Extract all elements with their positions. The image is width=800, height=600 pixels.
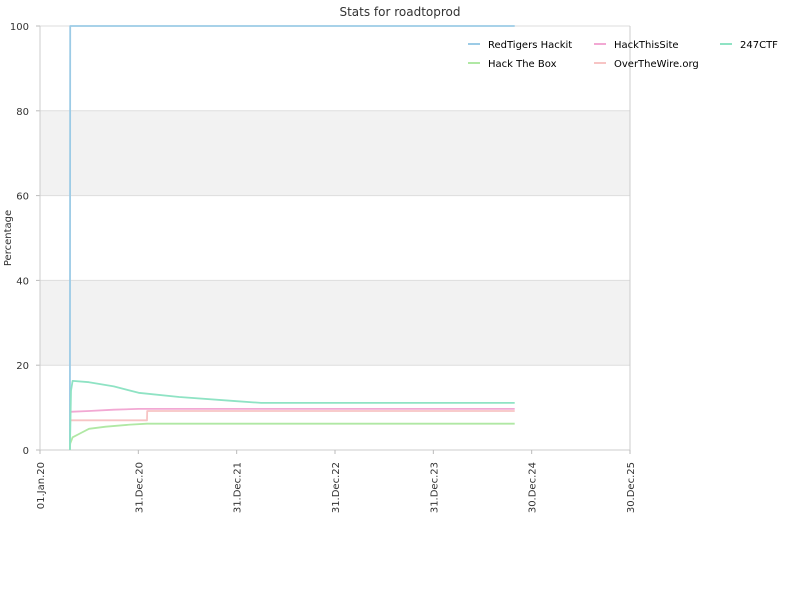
legend-label: OverTheWire.org xyxy=(614,59,699,70)
chart: 0 20 40 60 80 100 01.Jan.20 31.Dec.20 31.Dec.21… xyxy=(3,5,778,513)
legend-item: OverTheWire.org xyxy=(594,59,699,70)
background-band xyxy=(40,280,630,366)
plot-background-bands xyxy=(40,110,630,366)
x-tick-label: 30.Dec.24 xyxy=(528,462,539,513)
series-line-overthewire-org xyxy=(69,410,515,422)
x-tick-labels: 01.Jan.20 31.Dec.20 31.Dec.21 31.Dec.22 31.D… xyxy=(36,450,637,513)
y-tick-label: 0 xyxy=(23,446,29,457)
plot-axes xyxy=(39,26,631,451)
y-tick-label: 20 xyxy=(16,361,29,372)
legend-label: Hack The Box xyxy=(488,59,557,70)
plot-gridlines xyxy=(36,25,630,451)
series-line-hack-the-box xyxy=(69,422,515,451)
y-tick-label: 100 xyxy=(10,22,29,33)
x-tick-label: 30.Dec.25 xyxy=(626,462,637,513)
chart-title: Stats for roadtoprod xyxy=(339,5,460,19)
x-tick-label: 31.Dec.22 xyxy=(331,462,342,513)
legend: RedTigers Hackit Hack The Box HackThisSite… xyxy=(468,40,778,70)
x-tick-label: 01.Jan.20 xyxy=(36,462,47,509)
y-tick-label: 60 xyxy=(16,192,29,203)
legend-item: RedTigers Hackit xyxy=(468,40,572,51)
legend-label: RedTigers Hackit xyxy=(488,40,572,51)
background-band xyxy=(40,110,630,196)
y-tick-label: 40 xyxy=(16,276,29,287)
series-line-247ctf xyxy=(69,379,515,451)
legend-label: 247CTF xyxy=(740,40,778,51)
y-axis-title: Percentage xyxy=(3,210,14,266)
series-line-redtigers-hackit xyxy=(69,25,515,451)
legend-item: HackThisSite xyxy=(594,40,679,51)
series-layer xyxy=(69,25,515,451)
legend-item: 247CTF xyxy=(720,40,778,51)
x-tick-label: 31.Dec.21 xyxy=(233,462,244,513)
y-tick-label: 80 xyxy=(16,107,29,118)
legend-label: HackThisSite xyxy=(614,40,679,51)
x-tick-label: 31.Dec.23 xyxy=(429,462,440,513)
x-tick-label: 31.Dec.20 xyxy=(134,462,145,513)
legend-item: Hack The Box xyxy=(468,59,557,70)
